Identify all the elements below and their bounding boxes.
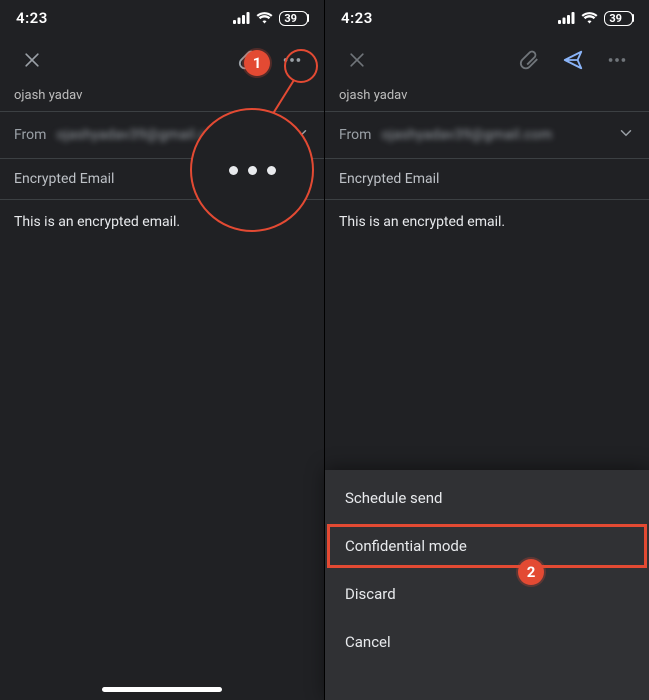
from-email: ojashyadav39@gmail.com [381,127,552,143]
status-time: 4:23 [341,9,373,27]
wifi-icon [581,12,598,24]
sheet-confidential-mode[interactable]: Confidential mode [325,522,649,570]
more-icon[interactable] [603,46,631,74]
chevron-down-icon[interactable] [617,124,635,146]
wifi-icon [256,12,273,24]
compose-header [325,36,649,80]
close-icon[interactable] [18,46,46,74]
body-field[interactable]: This is an encrypted email. [0,200,324,700]
from-label: From [14,127,46,143]
status-right: 39 [233,11,308,26]
pane-left-compose: 4:23 39 [0,0,324,700]
more-dots-icon [229,166,276,175]
body-text: This is an encrypted email. [339,214,505,230]
body-text: This is an encrypted email. [14,214,180,230]
attachment-icon[interactable] [515,46,543,74]
from-label: From [339,127,371,143]
compose-header [0,36,324,80]
subject-field[interactable]: Encrypted Email [325,159,649,200]
to-value: ojash yadav [14,88,82,103]
to-field[interactable]: ojash yadav [325,80,649,111]
cellular-signal-icon [558,12,575,24]
home-indicator [102,687,222,692]
sheet-cancel[interactable]: Cancel [325,618,649,666]
status-right: 39 [558,11,633,26]
to-value: ojash yadav [339,88,407,103]
status-time: 4:23 [16,9,48,27]
annotation-step-1: 1 [244,50,270,76]
pane-right-menu: 4:23 39 [325,0,649,700]
annotation-magnifier [190,108,314,232]
sheet-discard[interactable]: Discard [325,570,649,618]
status-bar: 4:23 39 [0,0,324,36]
annotation-ring-more [284,49,318,83]
annotation-step-2: 2 [518,559,544,585]
subject-value: Encrypted Email [339,171,439,187]
subject-value: Encrypted Email [14,171,114,187]
battery-indicator: 39 [279,11,308,26]
battery-indicator: 39 [604,11,633,26]
sheet-schedule-send[interactable]: Schedule send [325,474,649,522]
action-sheet: Schedule send Confidential mode Discard … [325,470,649,700]
from-field[interactable]: From ojashyadav39@gmail.com [325,111,649,159]
cellular-signal-icon [233,12,250,24]
status-bar: 4:23 39 [325,0,649,36]
close-icon[interactable] [343,46,371,74]
send-icon[interactable] [559,46,587,74]
